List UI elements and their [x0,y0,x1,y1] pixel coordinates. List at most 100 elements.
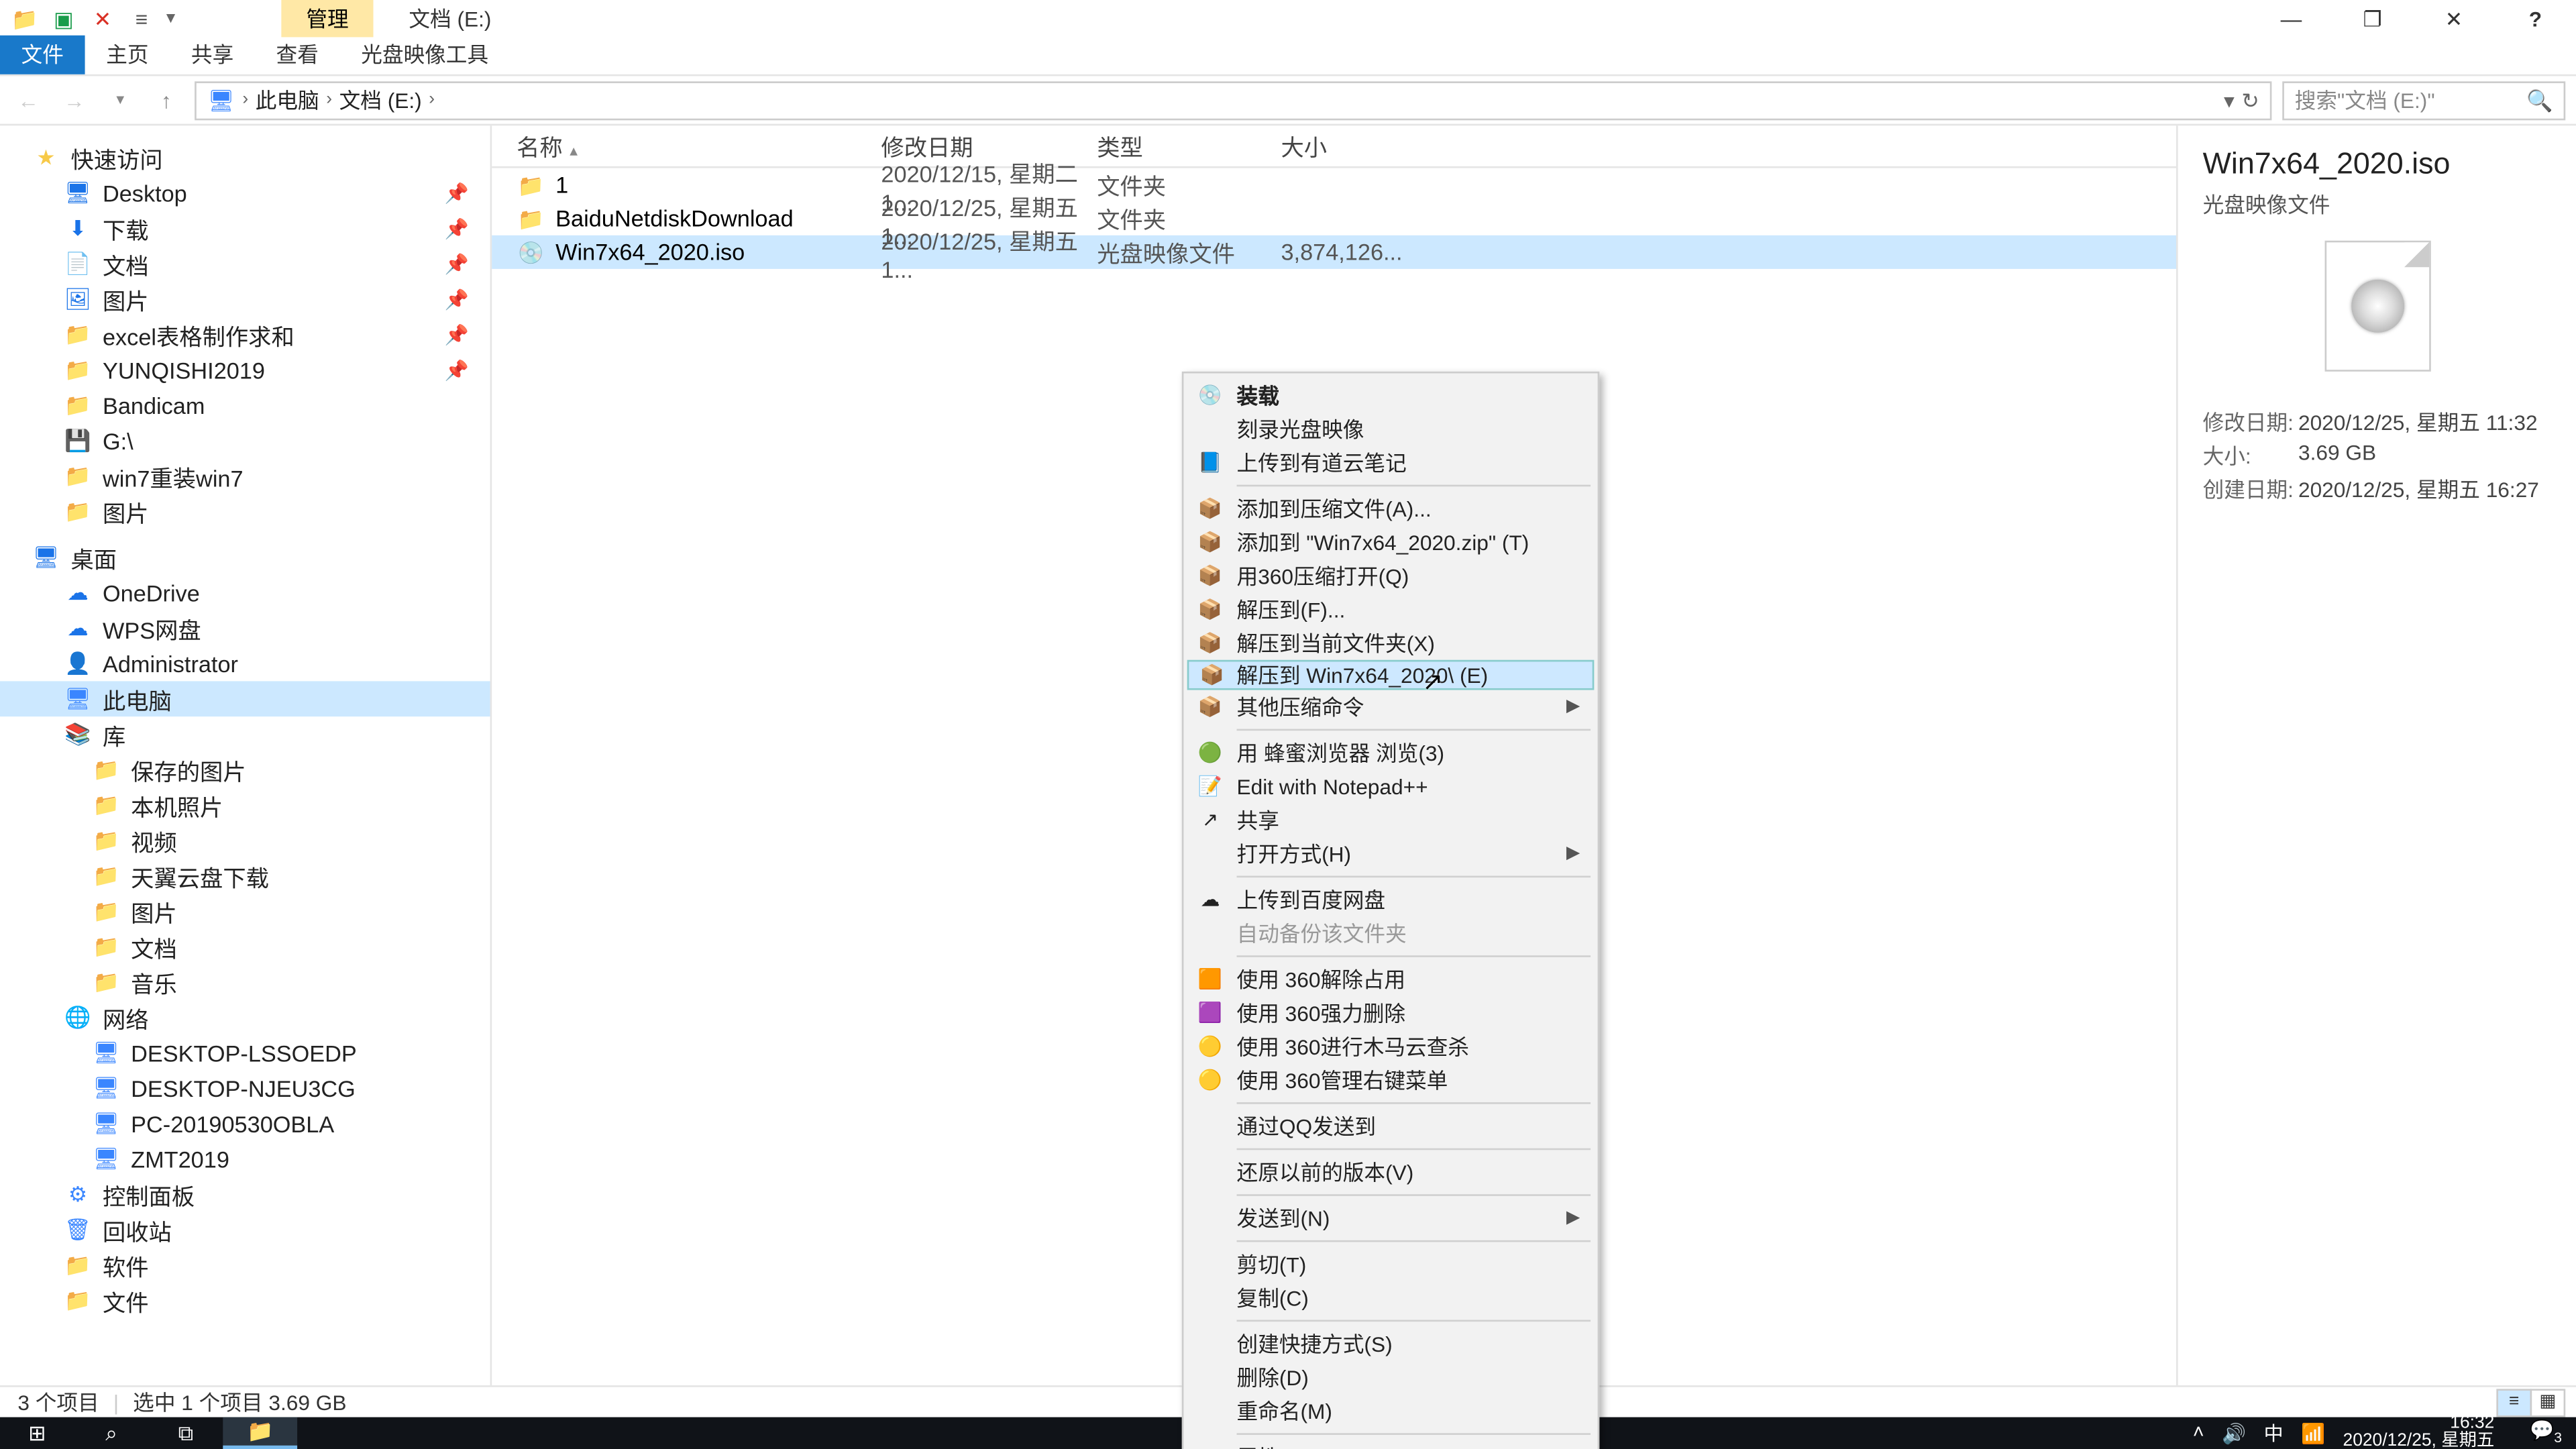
chevron-right-icon[interactable]: › [429,91,435,110]
file-row[interactable]: 📁BaiduNetdiskDownload 2020/12/25, 星期五 1.… [492,202,2176,235]
search-input[interactable]: 搜索"文档 (E:)" 🔍 [2282,80,2565,119]
context-menu-item[interactable]: 复制(C) [1187,1281,1595,1314]
refresh-button[interactable]: ↻ [2241,88,2259,113]
tree-pc4[interactable]: 🖥ZMT2019 [0,1141,490,1177]
context-menu-item[interactable]: 创建快捷方式(S) [1187,1327,1595,1360]
crumb-drive[interactable]: 文档 (E:) [339,85,422,115]
context-menu-item[interactable]: 打开方式(H)▶ [1187,837,1595,870]
context-menu-item[interactable]: 还原以前的版本(V) [1187,1155,1595,1189]
tray-clock[interactable]: 16:32 2020/12/25, 星期五 [2343,1415,2512,1449]
qat-dropdown-icon[interactable]: ▾ [166,9,175,28]
context-menu-item[interactable]: 📦用360压缩打开(Q) [1187,559,1595,592]
context-menu-item[interactable]: 属性(R) [1187,1440,1595,1449]
tree-documents[interactable]: 📄文档📌 [0,246,490,282]
tree-quick-access[interactable]: ★快速访问 [0,140,490,175]
file-list[interactable]: 名称▴ 修改日期 类型 大小 📁1 2020/12/15, 星期二 1...文件… [492,125,2176,1389]
start-button[interactable]: ⊞ [0,1417,74,1449]
tree-pictures-2[interactable]: 📁图片 [0,494,490,529]
context-menu-item[interactable]: 🟢用 蜂蜜浏览器 浏览(3) [1187,736,1595,769]
back-button[interactable]: ← [11,88,46,113]
context-menu-item[interactable]: ☁上传到百度网盘 [1187,883,1595,916]
ribbon-tab-share[interactable]: 共享 [170,36,255,74]
tree-desktop-cn[interactable]: 🖥桌面 [0,539,490,575]
context-menu-item[interactable]: 刻录光盘映像 [1187,413,1595,446]
tree-downloads[interactable]: ⬇下载📌 [0,211,490,246]
context-menu-item[interactable]: 删除(D) [1187,1360,1595,1394]
minimize-button[interactable]: — [2251,0,2332,37]
col-type[interactable]: 类型 [1097,129,1281,163]
tree-docs-2[interactable]: 📁文档 [0,929,490,965]
tree-tianyi[interactable]: 📁天翼云盘下载 [0,858,490,894]
tree-wps[interactable]: ☁WPS网盘 [0,610,490,646]
tree-onedrive[interactable]: ☁OneDrive [0,575,490,610]
breadcrumb[interactable]: 🖥 › 此电脑 › 文档 (E:) › ▾ ↻ [195,80,2271,119]
ribbon-tab-home[interactable]: 主页 [85,36,170,74]
context-menu-item[interactable]: 📦解压到当前文件夹(X) [1187,627,1595,660]
taskbar-explorer[interactable]: 📁 [223,1417,297,1449]
maximize-button[interactable]: ❐ [2332,0,2413,37]
delete-icon[interactable]: ✕ [89,5,117,33]
contextual-tab-manage[interactable]: 管理 [281,0,373,37]
tree-yunqishi[interactable]: 📁YUNQISHI2019📌 [0,352,490,388]
context-menu-item[interactable]: 🟡使用 360进行木马云查杀 [1187,1030,1595,1063]
chevron-right-icon[interactable]: › [242,91,248,110]
address-dropdown-icon[interactable]: ▾ [2224,88,2235,113]
tree-video[interactable]: 📁视频 [0,822,490,858]
recent-dropdown-icon[interactable]: ▾ [103,91,138,110]
tree-recycle[interactable]: 🗑回收站 [0,1212,490,1248]
taskview-button[interactable]: ⧉ [149,1417,223,1449]
tree-control-panel[interactable]: ⚙控制面板 [0,1177,490,1212]
properties-icon[interactable]: ≡ [127,5,156,33]
context-menu-item[interactable]: 📦其他压缩命令▶ [1187,690,1595,724]
col-name[interactable]: 名称▴ [517,129,881,163]
tray-chevron-icon[interactable]: ˄ [2193,1422,2204,1444]
tree-desktop[interactable]: 🖥Desktop📌 [0,175,490,211]
tray-ime[interactable]: 中 [2264,1419,2284,1447]
tree-pc2[interactable]: 🖥DESKTOP-NJEU3CG [0,1071,490,1106]
context-menu-item[interactable]: 剪切(T) [1187,1247,1595,1281]
tree-pc3[interactable]: 🖥PC-20190530OBLA [0,1106,490,1141]
column-headers[interactable]: 名称▴ 修改日期 类型 大小 [492,125,2176,168]
view-icons-button[interactable]: ▦ [2530,1388,2565,1416]
tree-g-drive[interactable]: 💾G:\ [0,423,490,458]
tree-pictures-3[interactable]: 📁图片 [0,894,490,929]
tree-pictures[interactable]: 🖼图片📌 [0,281,490,317]
context-menu-item[interactable]: 🟧使用 360解除占用 [1187,963,1595,996]
context-menu-item[interactable]: 📦解压到(F)... [1187,593,1595,627]
col-size[interactable]: 大小 [1281,129,1405,163]
help-button[interactable]: ? [2495,0,2576,37]
tree-saved-pics[interactable]: 📁保存的图片 [0,752,490,788]
tree-bandicam[interactable]: 📁Bandicam [0,388,490,423]
context-menu-item[interactable]: 通过QQ发送到 [1187,1110,1595,1143]
crumb-this-pc[interactable]: 此电脑 [256,85,319,115]
tree-excel-folder[interactable]: 📁excel表格制作求和📌 [0,317,490,352]
tree-pc1[interactable]: 🖥DESKTOP-LSSOEDP [0,1035,490,1071]
context-menu-item[interactable]: 📦添加到压缩文件(A)... [1187,492,1595,525]
context-menu[interactable]: 💿装载刻录光盘映像📘上传到有道云笔记📦添加到压缩文件(A)...📦添加到 "Wi… [1182,372,1599,1449]
chevron-right-icon[interactable]: › [326,91,332,110]
tree-libraries[interactable]: 📚库 [0,716,490,752]
context-menu-item[interactable]: 发送到(N)▶ [1187,1201,1595,1235]
tree-this-pc[interactable]: 🖥此电脑 [0,681,490,716]
navigation-tree[interactable]: ★快速访问 🖥Desktop📌 ⬇下载📌 📄文档📌 🖼图片📌 📁excel表格制… [0,125,492,1389]
context-menu-item[interactable]: 📦添加到 "Win7x64_2020.zip" (T) [1187,525,1595,559]
view-details-button[interactable]: ≡ [2496,1388,2532,1416]
search-button[interactable]: ⌕ [74,1417,149,1449]
checkbox-icon[interactable]: ▣ [50,5,78,33]
tree-camera-roll[interactable]: 📁本机照片 [0,788,490,823]
tray-volume-icon[interactable]: 🔊 [2222,1421,2246,1444]
ribbon-tab-file[interactable]: 文件 [0,36,85,74]
tray-network-icon[interactable]: 📶 [2301,1421,2325,1444]
file-row[interactable]: 📁1 2020/12/15, 星期二 1...文件夹 [492,168,2176,202]
tree-network[interactable]: 🌐网络 [0,1000,490,1035]
ribbon-tab-iso-tools[interactable]: 光盘映像工具 [340,36,510,74]
tree-win7[interactable]: 📁win7重装win7 [0,458,490,494]
tree-files[interactable]: 📁文件 [0,1283,490,1318]
context-menu-item[interactable]: 📦解压到 Win7x64_2020\ (E) [1187,660,1595,690]
search-icon[interactable]: 🔍 [2526,88,2553,113]
ribbon-tab-view[interactable]: 查看 [255,36,340,74]
close-button[interactable]: ✕ [2413,0,2494,37]
forward-button[interactable]: → [56,88,92,113]
context-menu-item[interactable]: 💿装载 [1187,378,1595,412]
file-row-selected[interactable]: 💿Win7x64_2020.iso 2020/12/25, 星期五 1...光盘… [492,235,2176,269]
